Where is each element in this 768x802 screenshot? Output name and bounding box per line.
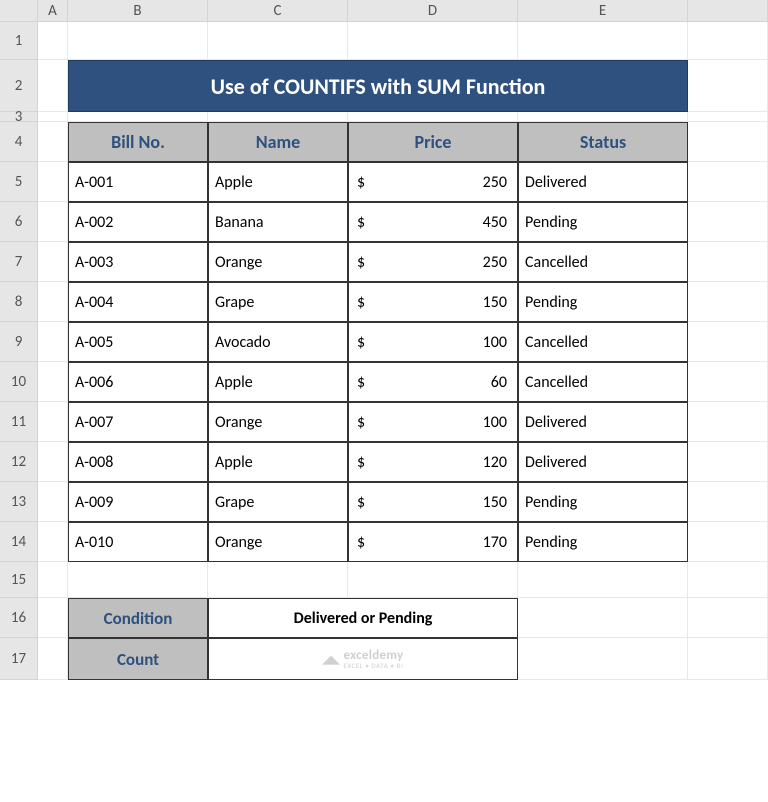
row-header-8[interactable]: 8 <box>0 282 38 322</box>
row-header-7[interactable]: 7 <box>0 242 38 282</box>
currency-symbol: $ <box>355 373 365 392</box>
column-header-D[interactable]: D <box>348 0 518 22</box>
price-value: 60 <box>491 373 511 392</box>
header-bill: Bill No. <box>68 122 208 162</box>
cell-name[interactable]: Grape <box>208 282 348 322</box>
cell-name[interactable]: Banana <box>208 202 348 242</box>
price-value: 100 <box>483 333 511 352</box>
cell-name[interactable]: Orange <box>208 522 348 562</box>
cell-bill[interactable]: A-003 <box>68 242 208 282</box>
condition-label: Condition <box>68 598 208 638</box>
currency-symbol: $ <box>355 333 365 352</box>
watermark-logo-icon: ◢◣ <box>323 653 340 666</box>
currency-symbol: $ <box>355 413 365 432</box>
currency-symbol: $ <box>355 533 365 552</box>
cell-price[interactable]: $150 <box>348 282 518 322</box>
cell-name[interactable]: Grape <box>208 482 348 522</box>
cell-status[interactable]: Delivered <box>518 162 688 202</box>
column-header-C[interactable]: C <box>208 0 348 22</box>
cell-bill[interactable]: A-008 <box>68 442 208 482</box>
cell-name[interactable]: Avocado <box>208 322 348 362</box>
cell-name[interactable]: Apple <box>208 362 348 402</box>
column-header-A[interactable]: A <box>38 0 68 22</box>
cell-status[interactable]: Pending <box>518 202 688 242</box>
header-price: Price <box>348 122 518 162</box>
price-value: 250 <box>483 173 511 192</box>
watermark-subtext: EXCEL • DATA • BI <box>344 662 404 669</box>
cell-bill[interactable]: A-001 <box>68 162 208 202</box>
cell-name[interactable]: Orange <box>208 402 348 442</box>
cell-status[interactable]: Cancelled <box>518 242 688 282</box>
cell-bill[interactable]: A-004 <box>68 282 208 322</box>
cell-price[interactable]: $60 <box>348 362 518 402</box>
currency-symbol: $ <box>355 173 365 192</box>
price-value: 150 <box>483 493 511 512</box>
condition-value[interactable]: Delivered or Pending <box>208 598 518 638</box>
cell-price[interactable]: $250 <box>348 242 518 282</box>
row-header-9[interactable]: 9 <box>0 322 38 362</box>
select-all-corner[interactable] <box>0 0 38 22</box>
cell-name[interactable]: Apple <box>208 442 348 482</box>
row-header-12[interactable]: 12 <box>0 442 38 482</box>
row-header-13[interactable]: 13 <box>0 482 38 522</box>
row-header-17[interactable]: 17 <box>0 638 38 680</box>
row-header-2[interactable]: 2 <box>0 60 38 112</box>
row-header-3[interactable]: 3 <box>0 112 38 122</box>
cell-price[interactable]: $450 <box>348 202 518 242</box>
cell-bill[interactable]: A-009 <box>68 482 208 522</box>
cell-bill[interactable]: A-002 <box>68 202 208 242</box>
cell-bill[interactable]: A-006 <box>68 362 208 402</box>
currency-symbol: $ <box>355 213 365 232</box>
cell-price[interactable]: $250 <box>348 162 518 202</box>
cell-bill[interactable]: A-007 <box>68 402 208 442</box>
header-name: Name <box>208 122 348 162</box>
column-header-B[interactable]: B <box>68 0 208 22</box>
cell-price[interactable]: $100 <box>348 322 518 362</box>
cell-bill[interactable]: A-010 <box>68 522 208 562</box>
price-value: 120 <box>483 453 511 472</box>
cell-status[interactable]: Delivered <box>518 402 688 442</box>
price-value: 100 <box>483 413 511 432</box>
cell-name[interactable]: Orange <box>208 242 348 282</box>
cell-status[interactable]: Pending <box>518 522 688 562</box>
count-value[interactable]: ◢◣exceldemyEXCEL • DATA • BI <box>208 638 518 680</box>
row-header-1[interactable]: 1 <box>0 22 38 60</box>
row-header-14[interactable]: 14 <box>0 522 38 562</box>
currency-symbol: $ <box>355 253 365 272</box>
price-value: 250 <box>483 253 511 272</box>
currency-symbol: $ <box>355 493 365 512</box>
cell-status[interactable]: Cancelled <box>518 362 688 402</box>
count-label: Count <box>68 638 208 680</box>
cell-status[interactable]: Delivered <box>518 442 688 482</box>
cell-name[interactable]: Apple <box>208 162 348 202</box>
currency-symbol: $ <box>355 453 365 472</box>
price-value: 450 <box>483 213 511 232</box>
row-header-6[interactable]: 6 <box>0 202 38 242</box>
column-header-[interactable] <box>688 0 768 22</box>
row-header-4[interactable]: 4 <box>0 122 38 162</box>
price-value: 150 <box>483 293 511 312</box>
cell-bill[interactable]: A-005 <box>68 322 208 362</box>
cell-price[interactable]: $150 <box>348 482 518 522</box>
price-value: 170 <box>483 533 511 552</box>
row-header-10[interactable]: 10 <box>0 362 38 402</box>
currency-symbol: $ <box>355 293 365 312</box>
cell-price[interactable]: $170 <box>348 522 518 562</box>
cell-price[interactable]: $100 <box>348 402 518 442</box>
row-header-11[interactable]: 11 <box>0 402 38 442</box>
cell-status[interactable]: Pending <box>518 482 688 522</box>
header-status: Status <box>518 122 688 162</box>
page-title: Use of COUNTIFS with SUM Function <box>68 60 688 112</box>
row-header-16[interactable]: 16 <box>0 598 38 638</box>
cell-status[interactable]: Pending <box>518 282 688 322</box>
cell-price[interactable]: $120 <box>348 442 518 482</box>
column-header-E[interactable]: E <box>518 0 688 22</box>
row-header-15[interactable]: 15 <box>0 562 38 598</box>
watermark: ◢◣exceldemyEXCEL • DATA • BI <box>323 649 404 669</box>
row-header-5[interactable]: 5 <box>0 162 38 202</box>
cell-status[interactable]: Cancelled <box>518 322 688 362</box>
